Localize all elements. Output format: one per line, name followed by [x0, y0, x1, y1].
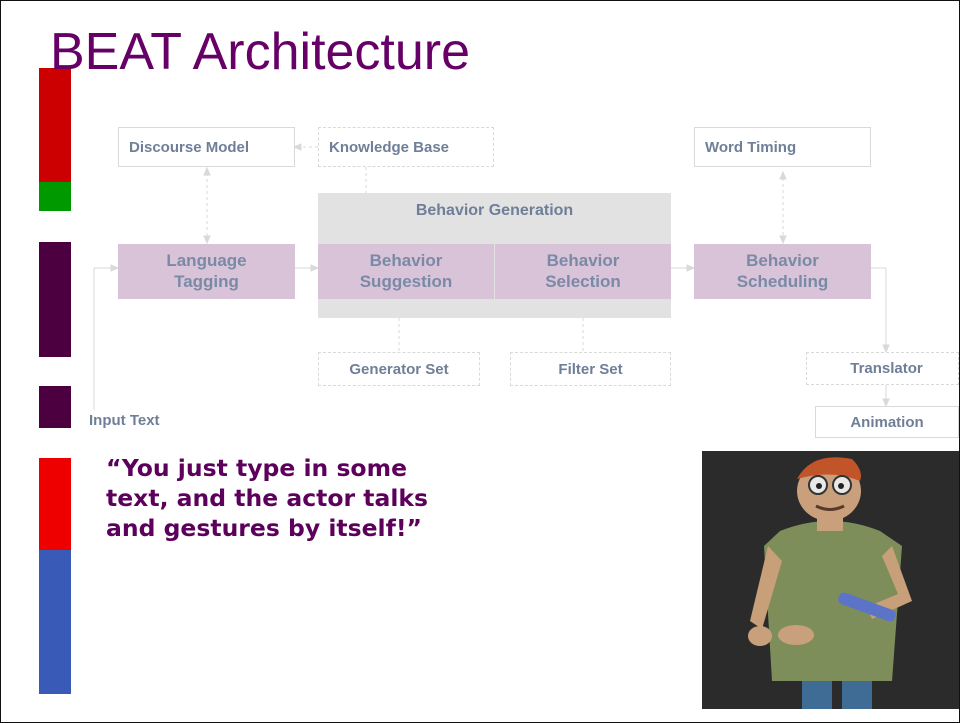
knowledge-base-label: Knowledge Base — [329, 138, 450, 156]
word-timing-box: Word Timing — [694, 127, 871, 167]
input-text-label: Input Text — [89, 412, 160, 429]
behavior-selection-box: Behavior Selection — [495, 244, 671, 299]
behavior-scheduling-label: Behavior Scheduling — [736, 251, 829, 291]
behavior-selection-label: Behavior Selection — [545, 251, 621, 291]
animated-actor-image — [702, 451, 959, 709]
translator-label: Translator — [850, 360, 923, 377]
discourse-model-box: Discourse Model — [118, 127, 295, 167]
language-tagging-box: Language Tagging — [118, 244, 295, 299]
behavior-suggestion-box: Behavior Suggestion — [318, 244, 494, 299]
animation-label: Animation — [850, 413, 924, 431]
behavior-scheduling-box: Behavior Scheduling — [694, 244, 871, 299]
discourse-model-label: Discourse Model — [129, 138, 250, 156]
actor-illustration — [702, 451, 959, 709]
filter-set-box: Filter Set — [510, 352, 671, 386]
filter-set-label: Filter Set — [558, 360, 623, 378]
quote-text: “You just type in some text, and the act… — [106, 454, 429, 542]
behavior-suggestion-label: Behavior Suggestion — [359, 251, 453, 291]
translator-box: Translator — [806, 352, 959, 385]
generator-set-box: Generator Set — [318, 352, 480, 386]
generator-set-label: Generator Set — [349, 360, 449, 378]
language-tagging-label: Language Tagging — [166, 251, 247, 291]
animation-box: Animation — [815, 406, 959, 438]
word-timing-label: Word Timing — [705, 138, 797, 156]
knowledge-base-box: Knowledge Base — [318, 127, 494, 167]
